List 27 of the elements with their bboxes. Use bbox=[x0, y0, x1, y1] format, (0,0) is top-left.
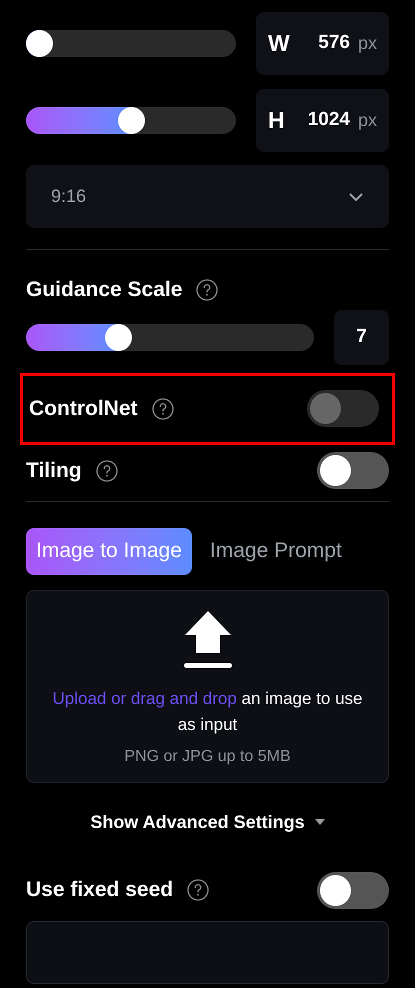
section-title: Guidance Scale bbox=[26, 277, 182, 303]
chevron-down-icon bbox=[348, 192, 364, 202]
slider[interactable] bbox=[26, 30, 236, 57]
value-field[interactable]: 7 bbox=[334, 310, 389, 364]
tab[interactable]: Image to Image bbox=[26, 528, 192, 574]
toggle-switch[interactable] bbox=[317, 452, 389, 489]
advanced-settings-toggle[interactable]: Show Advanced Settings bbox=[90, 808, 325, 836]
help-icon[interactable] bbox=[187, 879, 210, 901]
upload-link[interactable]: Upload or drag and drop bbox=[52, 688, 237, 708]
slider[interactable] bbox=[26, 107, 236, 134]
setting-label: Use fixed seed bbox=[26, 877, 174, 904]
help-icon[interactable] bbox=[196, 278, 218, 301]
toggle-switch[interactable] bbox=[317, 872, 389, 908]
slider[interactable] bbox=[26, 324, 314, 350]
upload-icon bbox=[184, 610, 232, 668]
seed-input[interactable] bbox=[26, 920, 389, 984]
setting-label: Tiling bbox=[26, 458, 82, 484]
setting-label: ControlNet bbox=[29, 396, 138, 422]
caret-icon bbox=[314, 819, 325, 825]
upload-hint: PNG or JPG up to 5MB bbox=[124, 746, 291, 766]
upload-dropzone[interactable]: Upload or drag and drop an image to use as input PNG or JPG up to 5MB bbox=[26, 590, 389, 782]
dimension-field[interactable]: W 576 px bbox=[256, 12, 389, 75]
aspect-ratio-dropdown[interactable]: 9:16 bbox=[26, 165, 389, 228]
tab[interactable]: Image Prompt bbox=[200, 528, 352, 574]
upload-instructions: Upload or drag and drop an image to use as input bbox=[52, 688, 364, 736]
help-icon[interactable] bbox=[96, 460, 118, 482]
dimension-field[interactable]: H 1024 px bbox=[256, 89, 389, 152]
